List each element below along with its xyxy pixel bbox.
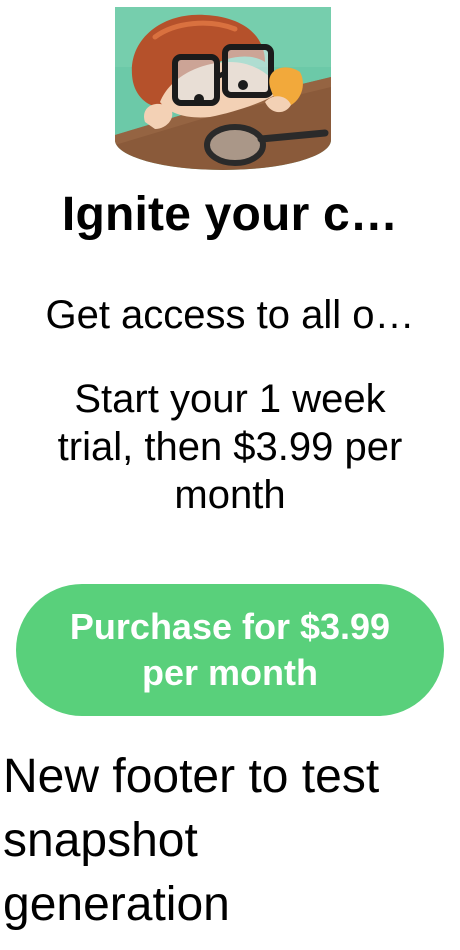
purchase-button[interactable]: Purchase for $3.99 per month [16,584,444,716]
trial-line: trial, then $3.99 per [57,425,403,469]
footer-line: snapshot [3,814,198,867]
footer-line: generation [3,878,230,931]
purchase-button-label: per month [142,652,318,693]
trial-line: month [174,473,286,517]
footer-line: New footer to test [3,750,380,803]
page-title: Ignite your c… [61,188,399,241]
trial-line: Start your 1 week [74,377,386,421]
page-subtitle: Get access to all o… [45,293,415,337]
footer-text: New footer to test snapshot generation [3,745,458,937]
hero-illustration [115,7,331,170]
purchase-button-label: Purchase for $3.99 [69,606,391,647]
trial-description: Start your 1 week trial, then $3.99 per … [0,375,460,519]
